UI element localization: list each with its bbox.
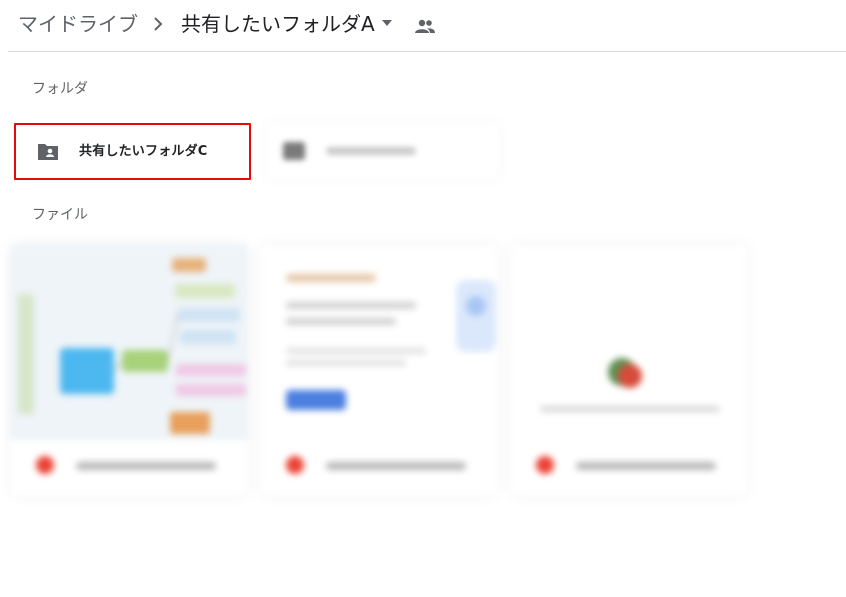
breadcrumb-current[interactable]: 共有したいフォルダA bbox=[181, 10, 375, 38]
folders-section-label: フォルダ bbox=[32, 81, 88, 97]
file-name-placeholder bbox=[326, 462, 466, 470]
file-thumbnail bbox=[510, 244, 748, 440]
pdf-icon bbox=[36, 456, 54, 474]
file-name-placeholder bbox=[76, 462, 216, 470]
caret-down-icon[interactable] bbox=[380, 18, 394, 28]
shared-people-icon bbox=[415, 19, 435, 33]
folder-name: 共有したいフォルダC bbox=[79, 144, 208, 159]
folder-card-blurred[interactable] bbox=[266, 123, 500, 180]
folder-icon bbox=[283, 142, 305, 160]
file-card-1[interactable] bbox=[10, 244, 248, 496]
pdf-icon bbox=[286, 456, 304, 474]
chevron-right-icon bbox=[154, 17, 163, 31]
file-name-placeholder bbox=[576, 462, 716, 470]
pdf-icon bbox=[536, 456, 554, 474]
header-divider bbox=[8, 51, 846, 52]
folder-card-selected[interactable]: 共有したいフォルダC bbox=[14, 123, 251, 180]
file-thumbnail bbox=[10, 244, 248, 440]
shared-folder-icon bbox=[38, 144, 58, 160]
folder-name-placeholder bbox=[326, 147, 416, 155]
file-card-2[interactable] bbox=[260, 244, 498, 496]
files-section-label: ファイル bbox=[32, 207, 88, 223]
breadcrumb-root[interactable]: マイドライブ bbox=[18, 10, 138, 38]
header: マイドライブ 共有したいフォルダA bbox=[0, 0, 846, 52]
file-card-3[interactable] bbox=[510, 244, 748, 496]
file-thumbnail bbox=[260, 244, 498, 440]
